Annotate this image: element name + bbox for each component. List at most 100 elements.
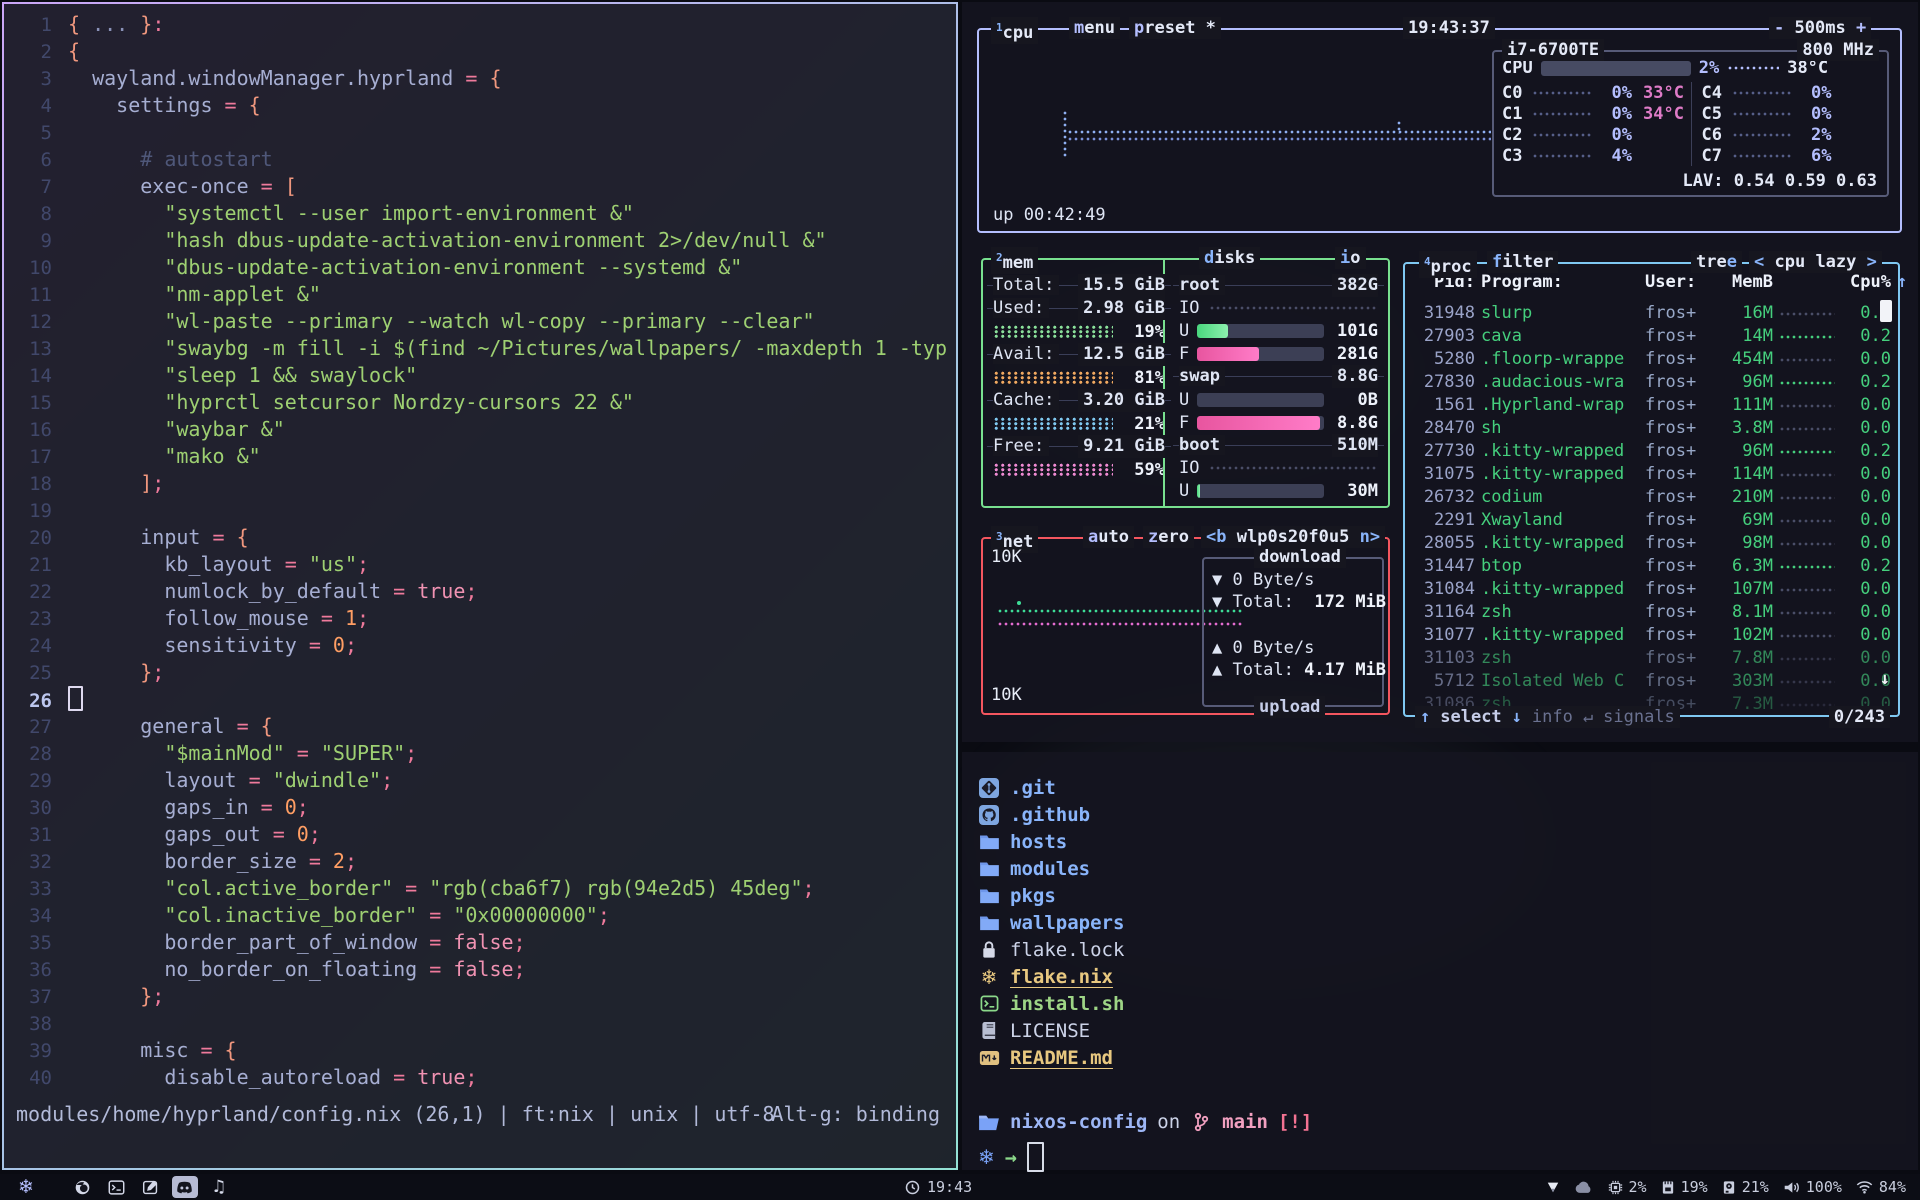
proc-user: fros+ bbox=[1645, 302, 1711, 325]
net-interface-switcher[interactable]: <b wlp0s20f0u5 n> bbox=[1201, 526, 1385, 548]
code-token: = bbox=[200, 525, 236, 549]
proc-count: 0/243 bbox=[1829, 706, 1890, 728]
cpu-panel-title[interactable]: 1cpu bbox=[991, 17, 1038, 44]
code-token: ; bbox=[598, 903, 610, 927]
proc-cpu: 0.2 bbox=[1841, 325, 1891, 348]
mem-stat-value: 9.21 GiB bbox=[1078, 435, 1165, 458]
mem-stat-label: Total: bbox=[993, 275, 1059, 295]
proc-row[interactable]: 31075.kitty-wrappedfros+114M0.0 bbox=[1405, 463, 1894, 486]
cloud-tray-icon[interactable] bbox=[1574, 1181, 1594, 1194]
btop-window[interactable]: 1cpu menu preset * 19:43:37 - 500ms + i7… bbox=[962, 2, 1918, 742]
proc-program: .kitty-wrapped bbox=[1481, 440, 1639, 463]
proc-cpu-graph bbox=[1779, 473, 1835, 477]
code-token: "us" bbox=[309, 552, 357, 576]
cpu-total-percent: 2% bbox=[1699, 58, 1719, 78]
disk-title-row: swap8.8G bbox=[1179, 365, 1378, 388]
code-token: { bbox=[249, 93, 261, 117]
proc-filter-button[interactable]: filter bbox=[1487, 251, 1558, 273]
update-interval-control[interactable]: - 500ms + bbox=[1769, 17, 1871, 39]
sort-next-button[interactable]: > bbox=[1867, 252, 1877, 272]
browser-icon[interactable] bbox=[70, 1176, 96, 1198]
file-entry: .github bbox=[978, 801, 1124, 828]
wifi-stat[interactable]: 84% bbox=[1856, 1178, 1906, 1196]
discord-icon[interactable] bbox=[172, 1176, 198, 1198]
proc-sort-control[interactable]: < cpu lazy > bbox=[1749, 251, 1882, 273]
music-player-icon[interactable]: ♫ bbox=[206, 1176, 232, 1198]
mem-meter-percent: 21% bbox=[1121, 414, 1165, 434]
net-zero-button[interactable]: zero bbox=[1143, 526, 1194, 548]
proc-row[interactable]: 5712Isolated Web Cfros+303M0.0 bbox=[1405, 670, 1894, 693]
proc-row[interactable]: 31948slurpfros+16M0.0 bbox=[1405, 302, 1894, 325]
proc-tree-button[interactable]: tree bbox=[1691, 251, 1742, 273]
proc-user: fros+ bbox=[1645, 371, 1711, 394]
mem-meter-percent: 81% bbox=[1121, 368, 1165, 388]
proc-row[interactable]: 1561.Hyprland-wrapfros+111M0.0 bbox=[1405, 394, 1894, 417]
line-number: 36 bbox=[12, 957, 52, 984]
code-token: = bbox=[297, 633, 333, 657]
proc-user: fros+ bbox=[1645, 670, 1711, 693]
folder-icon bbox=[978, 831, 1000, 853]
file-name: wallpapers bbox=[1010, 912, 1124, 934]
disks-toggle[interactable]: disks bbox=[1199, 247, 1260, 269]
line-number: 5 bbox=[12, 120, 52, 147]
io-toggle[interactable]: io bbox=[1335, 247, 1366, 269]
proc-pid: 31103 bbox=[1415, 647, 1475, 670]
menu-button[interactable]: menu bbox=[1069, 17, 1120, 39]
proc-panel-title[interactable]: 4proc bbox=[1419, 251, 1477, 278]
proc-row[interactable]: 27830.audacious-wrafros+96M0.2 bbox=[1405, 371, 1894, 394]
nixos-menu-icon[interactable]: ❄ bbox=[18, 1178, 34, 1197]
select-button[interactable]: select bbox=[1440, 706, 1501, 728]
proc-row[interactable]: 28470shfros+3.8M0.0 bbox=[1405, 417, 1894, 440]
disk-stat[interactable]: 21% bbox=[1722, 1178, 1769, 1196]
proc-cpu-graph bbox=[1779, 657, 1835, 661]
proc-row[interactable]: 27903cavafros+14M0.2 bbox=[1405, 325, 1894, 348]
proc-scrollbar-thumb[interactable] bbox=[1880, 300, 1892, 322]
proc-row[interactable]: 28055.kitty-wrappedfros+98M0.0 bbox=[1405, 532, 1894, 555]
sort-prev-button[interactable]: < bbox=[1754, 252, 1764, 272]
proc-row[interactable]: 5280.floorp-wrappefros+454M0.0 bbox=[1405, 348, 1894, 371]
interval-plus-button[interactable]: + bbox=[1856, 18, 1866, 38]
cpu-core-row: C00%33°C bbox=[1502, 82, 1691, 103]
info-button[interactable]: info bbox=[1532, 706, 1573, 728]
proc-cpu: 0.0 bbox=[1841, 647, 1891, 670]
code-token: ; bbox=[345, 633, 357, 657]
code-line: 30 gaps_in = 0; bbox=[4, 794, 956, 821]
proc-row[interactable]: 31164zshfros+8.1M0.0 bbox=[1405, 601, 1894, 624]
mem-panel-title[interactable]: 2mem bbox=[991, 247, 1038, 274]
proc-row[interactable]: 27730.kitty-wrappedfros+96M0.2 bbox=[1405, 440, 1894, 463]
proc-pid: 31948 bbox=[1415, 302, 1475, 325]
net-scale-top: 10K bbox=[991, 547, 1022, 567]
lock-icon bbox=[978, 939, 1000, 961]
proc-cpu-graph bbox=[1779, 427, 1835, 431]
interval-minus-button[interactable]: - bbox=[1774, 18, 1784, 38]
mem-stat-row: Total:15.5 GiB bbox=[993, 274, 1165, 297]
code-token: = bbox=[381, 579, 417, 603]
proc-row[interactable]: 31447btopfros+6.3M0.2 bbox=[1405, 555, 1894, 578]
proc-cpu-graph bbox=[1779, 588, 1835, 592]
proc-row[interactable]: 31103zshfros+7.8M0.0 bbox=[1405, 647, 1894, 670]
git-icon bbox=[978, 777, 1000, 799]
signals-button[interactable]: signals bbox=[1603, 706, 1675, 728]
terminal-window[interactable]: .git.githubhostsmodulespkgswallpapersfla… bbox=[962, 752, 1918, 1170]
proc-row[interactable]: 26732codiumfros+210M0.0 bbox=[1405, 486, 1894, 509]
proc-user: fros+ bbox=[1645, 348, 1711, 371]
cpu-stat[interactable]: 2% bbox=[1608, 1178, 1647, 1196]
proc-row[interactable]: 31077.kitty-wrappedfros+102M0.0 bbox=[1405, 624, 1894, 647]
line-number: 3 bbox=[12, 66, 52, 93]
core-percent: 0% bbox=[1798, 104, 1832, 124]
notes-app-icon[interactable] bbox=[138, 1176, 164, 1198]
code-token: = bbox=[249, 174, 285, 198]
upload-label: upload bbox=[1254, 696, 1325, 718]
preset-button[interactable]: preset * bbox=[1129, 17, 1221, 39]
proc-user: fros+ bbox=[1645, 555, 1711, 578]
net-auto-button[interactable]: auto bbox=[1083, 526, 1134, 548]
memory-stat[interactable]: 19% bbox=[1661, 1178, 1708, 1196]
editor-window[interactable]: 1{ ... }:2{3 wayland.windowManager.hyprl… bbox=[4, 4, 956, 1168]
sort-direction-arrow[interactable]: ↑ bbox=[1897, 272, 1915, 295]
shell-prompt-input-line[interactable]: ❄ → bbox=[978, 1142, 1044, 1172]
proc-row[interactable]: 2291Xwaylandfros+69M0.0 bbox=[1405, 509, 1894, 532]
terminal-app-icon[interactable] bbox=[104, 1176, 130, 1198]
vpn-tray-icon[interactable] bbox=[1546, 1180, 1560, 1194]
volume-stat[interactable]: 100% bbox=[1783, 1178, 1842, 1196]
proc-row[interactable]: 31084.kitty-wrappedfros+107M0.0 bbox=[1405, 578, 1894, 601]
